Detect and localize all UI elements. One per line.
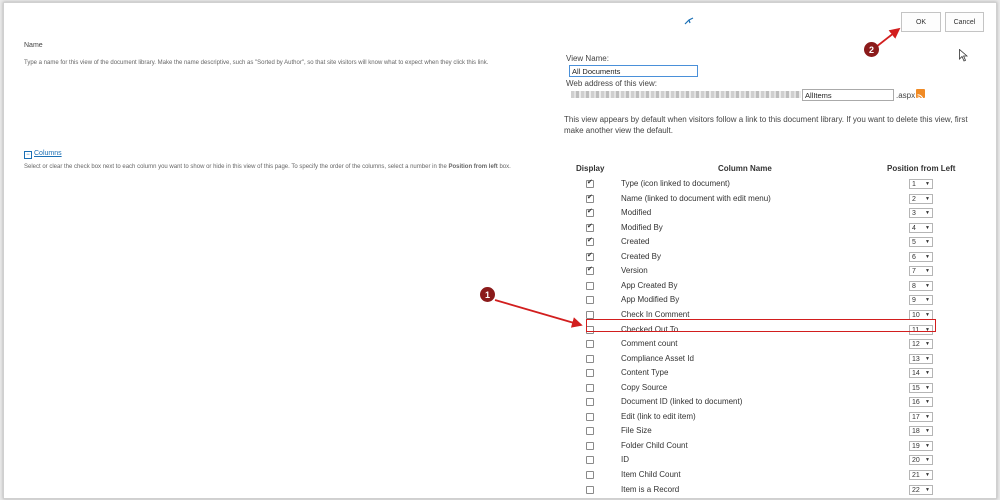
callout-2: 2: [864, 42, 879, 57]
callout-1: 1: [480, 287, 495, 302]
annotation-arrows: [494, 27, 901, 328]
view-settings-page: OK Cancel Name Type a name for this view…: [3, 2, 997, 499]
